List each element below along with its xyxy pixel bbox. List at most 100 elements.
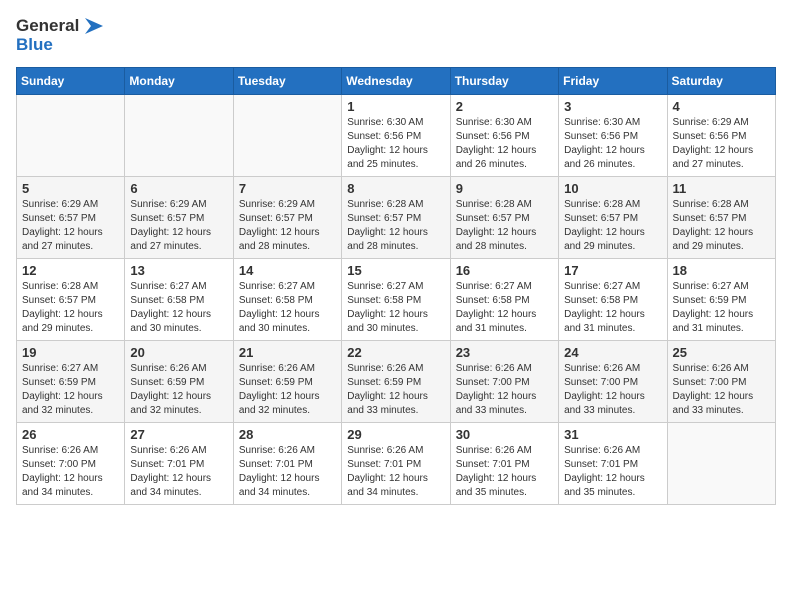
day-number: 20 (130, 345, 227, 360)
calendar-cell: 1 Sunrise: 6:30 AM Sunset: 6:56 PM Daylig… (342, 94, 450, 176)
day-info: Sunrise: 6:28 AM Sunset: 6:57 PM Dayligh… (564, 198, 661, 254)
calendar-cell: 11 Sunrise: 6:28 AM Sunset: 6:57 PM Dayli… (667, 176, 775, 258)
calendar-header-row: SundayMondayTuesdayWednesdayThursdayFrid… (17, 67, 776, 94)
day-info: Sunrise: 6:28 AM Sunset: 6:57 PM Dayligh… (456, 198, 553, 254)
day-info: Sunrise: 6:27 AM Sunset: 6:59 PM Dayligh… (22, 362, 119, 418)
day-info: Sunrise: 6:28 AM Sunset: 6:57 PM Dayligh… (673, 198, 770, 254)
day-info: Sunrise: 6:28 AM Sunset: 6:57 PM Dayligh… (347, 198, 444, 254)
day-number: 13 (130, 263, 227, 278)
day-info: Sunrise: 6:27 AM Sunset: 6:59 PM Dayligh… (673, 280, 770, 336)
calendar-cell: 21 Sunrise: 6:26 AM Sunset: 6:59 PM Dayli… (233, 340, 341, 422)
day-number: 14 (239, 263, 336, 278)
calendar-cell: 18 Sunrise: 6:27 AM Sunset: 6:59 PM Dayli… (667, 258, 775, 340)
calendar-cell: 14 Sunrise: 6:27 AM Sunset: 6:58 PM Dayli… (233, 258, 341, 340)
day-number: 7 (239, 181, 336, 196)
calendar-week-5: 26 Sunrise: 6:26 AM Sunset: 7:00 PM Dayli… (17, 422, 776, 504)
day-info: Sunrise: 6:26 AM Sunset: 7:01 PM Dayligh… (564, 444, 661, 500)
calendar-cell: 26 Sunrise: 6:26 AM Sunset: 7:00 PM Dayli… (17, 422, 125, 504)
day-header-tuesday: Tuesday (233, 67, 341, 94)
day-number: 6 (130, 181, 227, 196)
day-number: 23 (456, 345, 553, 360)
day-number: 5 (22, 181, 119, 196)
day-number: 16 (456, 263, 553, 278)
day-info: Sunrise: 6:26 AM Sunset: 7:01 PM Dayligh… (347, 444, 444, 500)
day-number: 22 (347, 345, 444, 360)
day-number: 12 (22, 263, 119, 278)
day-info: Sunrise: 6:30 AM Sunset: 6:56 PM Dayligh… (456, 116, 553, 172)
day-info: Sunrise: 6:27 AM Sunset: 6:58 PM Dayligh… (239, 280, 336, 336)
calendar-cell: 15Sunrise: 6:27 AM Sunset: 6:58 PM Dayli… (342, 258, 450, 340)
day-info: Sunrise: 6:28 AM Sunset: 6:57 PM Dayligh… (22, 280, 119, 336)
day-info: Sunrise: 6:26 AM Sunset: 6:59 PM Dayligh… (239, 362, 336, 418)
day-header-wednesday: Wednesday (342, 67, 450, 94)
day-number: 21 (239, 345, 336, 360)
calendar-cell: 17 Sunrise: 6:27 AM Sunset: 6:58 PM Dayli… (559, 258, 667, 340)
day-info: Sunrise: 6:30 AM Sunset: 6:56 PM Dayligh… (564, 116, 661, 172)
day-number: 1 (347, 99, 444, 114)
calendar-cell: 24 Sunrise: 6:26 AM Sunset: 7:00 PM Dayli… (559, 340, 667, 422)
day-info: Sunrise: 6:29 AM Sunset: 6:57 PM Dayligh… (239, 198, 336, 254)
day-info: Sunrise: 6:26 AM Sunset: 7:00 PM Dayligh… (456, 362, 553, 418)
page-header: General Blue (16, 16, 776, 55)
day-number: 29 (347, 427, 444, 442)
calendar-cell: 25Sunrise: 6:26 AM Sunset: 7:00 PM Dayli… (667, 340, 775, 422)
logo-text-general: General (16, 17, 79, 36)
calendar-cell: 9 Sunrise: 6:28 AM Sunset: 6:57 PM Daylig… (450, 176, 558, 258)
calendar-cell: 29 Sunrise: 6:26 AM Sunset: 7:01 PM Dayli… (342, 422, 450, 504)
day-header-saturday: Saturday (667, 67, 775, 94)
day-info: Sunrise: 6:26 AM Sunset: 7:01 PM Dayligh… (130, 444, 227, 500)
calendar-week-2: 5 Sunrise: 6:29 AM Sunset: 6:57 PM Daylig… (17, 176, 776, 258)
calendar-cell (233, 94, 341, 176)
calendar-cell: 31 Sunrise: 6:26 AM Sunset: 7:01 PM Dayli… (559, 422, 667, 504)
calendar-cell: 12 Sunrise: 6:28 AM Sunset: 6:57 PM Dayli… (17, 258, 125, 340)
day-number: 9 (456, 181, 553, 196)
day-info: Sunrise: 6:26 AM Sunset: 7:00 PM Dayligh… (564, 362, 661, 418)
calendar-cell: 13 Sunrise: 6:27 AM Sunset: 6:58 PM Dayli… (125, 258, 233, 340)
calendar-cell: 28Sunrise: 6:26 AM Sunset: 7:01 PM Dayli… (233, 422, 341, 504)
day-info: Sunrise: 6:27 AM Sunset: 6:58 PM Dayligh… (564, 280, 661, 336)
day-info: Sunrise: 6:26 AM Sunset: 7:01 PM Dayligh… (456, 444, 553, 500)
day-info: Sunrise: 6:30 AM Sunset: 6:56 PM Dayligh… (347, 116, 444, 172)
day-number: 18 (673, 263, 770, 278)
calendar-cell: 7 Sunrise: 6:29 AM Sunset: 6:57 PM Daylig… (233, 176, 341, 258)
day-info: Sunrise: 6:27 AM Sunset: 6:58 PM Dayligh… (456, 280, 553, 336)
calendar-week-1: 1 Sunrise: 6:30 AM Sunset: 6:56 PM Daylig… (17, 94, 776, 176)
calendar-cell: 22 Sunrise: 6:26 AM Sunset: 6:59 PM Dayli… (342, 340, 450, 422)
calendar-cell: 8Sunrise: 6:28 AM Sunset: 6:57 PM Daylig… (342, 176, 450, 258)
day-info: Sunrise: 6:26 AM Sunset: 6:59 PM Dayligh… (130, 362, 227, 418)
calendar-table: SundayMondayTuesdayWednesdayThursdayFrid… (16, 67, 776, 505)
logo-text-blue: Blue (16, 36, 53, 55)
calendar-body: 1 Sunrise: 6:30 AM Sunset: 6:56 PM Daylig… (17, 94, 776, 504)
day-info: Sunrise: 6:27 AM Sunset: 6:58 PM Dayligh… (130, 280, 227, 336)
logo-arrow-icon (81, 16, 103, 36)
day-info: Sunrise: 6:29 AM Sunset: 6:56 PM Dayligh… (673, 116, 770, 172)
calendar-cell: 23 Sunrise: 6:26 AM Sunset: 7:00 PM Dayli… (450, 340, 558, 422)
day-number: 2 (456, 99, 553, 114)
logo: General Blue (16, 16, 103, 55)
day-number: 4 (673, 99, 770, 114)
day-info: Sunrise: 6:27 AM Sunset: 6:58 PM Dayligh… (347, 280, 444, 336)
calendar-cell: 3Sunrise: 6:30 AM Sunset: 6:56 PM Daylig… (559, 94, 667, 176)
day-info: Sunrise: 6:29 AM Sunset: 6:57 PM Dayligh… (22, 198, 119, 254)
calendar-cell (667, 422, 775, 504)
day-number: 27 (130, 427, 227, 442)
day-number: 11 (673, 181, 770, 196)
day-number: 31 (564, 427, 661, 442)
day-number: 26 (22, 427, 119, 442)
day-number: 19 (22, 345, 119, 360)
day-number: 30 (456, 427, 553, 442)
calendar-cell: 30 Sunrise: 6:26 AM Sunset: 7:01 PM Dayli… (450, 422, 558, 504)
day-info: Sunrise: 6:26 AM Sunset: 6:59 PM Dayligh… (347, 362, 444, 418)
calendar-week-4: 19 Sunrise: 6:27 AM Sunset: 6:59 PM Dayli… (17, 340, 776, 422)
calendar-cell: 2 Sunrise: 6:30 AM Sunset: 6:56 PM Daylig… (450, 94, 558, 176)
day-number: 24 (564, 345, 661, 360)
calendar-cell (17, 94, 125, 176)
calendar-week-3: 12 Sunrise: 6:28 AM Sunset: 6:57 PM Dayli… (17, 258, 776, 340)
day-header-friday: Friday (559, 67, 667, 94)
day-info: Sunrise: 6:26 AM Sunset: 7:00 PM Dayligh… (22, 444, 119, 500)
calendar-cell (125, 94, 233, 176)
day-number: 17 (564, 263, 661, 278)
day-info: Sunrise: 6:26 AM Sunset: 7:01 PM Dayligh… (239, 444, 336, 500)
calendar-cell: 10Sunrise: 6:28 AM Sunset: 6:57 PM Dayli… (559, 176, 667, 258)
calendar-cell: 6Sunrise: 6:29 AM Sunset: 6:57 PM Daylig… (125, 176, 233, 258)
